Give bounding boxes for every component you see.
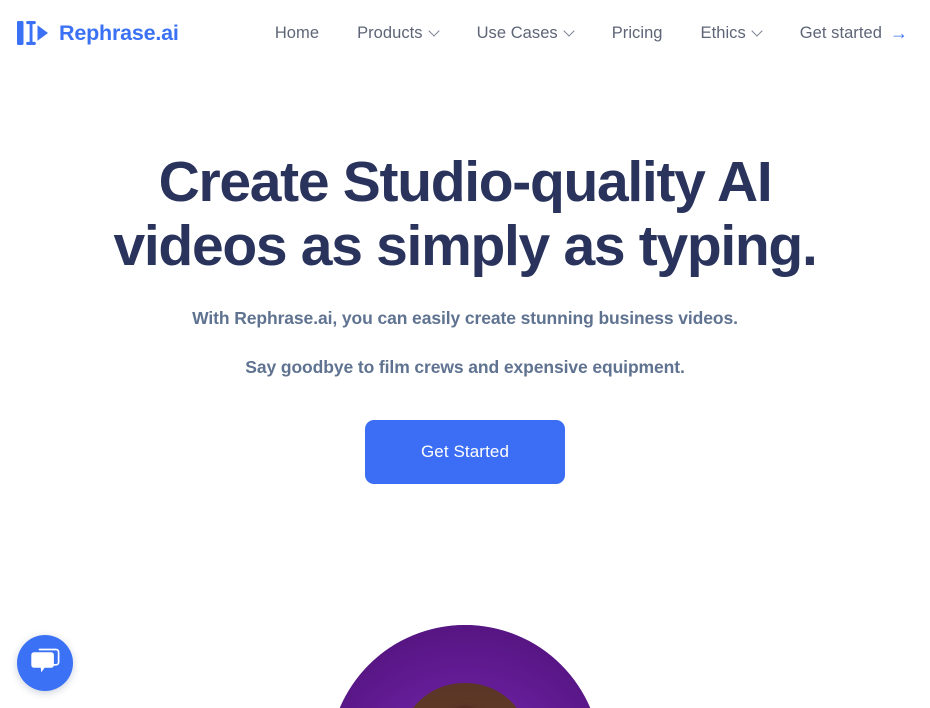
main-navigation: Home Products Use Cases Pricing Ethics G… bbox=[256, 18, 922, 49]
hero-section: Create Studio-quality AI videos as simpl… bbox=[0, 66, 930, 485]
hero-title-line-2: videos as simply as typing. bbox=[113, 214, 817, 278]
rephrase-play-mark-icon bbox=[16, 18, 50, 48]
nav-item-products-label: Products bbox=[357, 23, 423, 42]
nav-item-use-cases[interactable]: Use Cases bbox=[458, 18, 593, 49]
hero-subtitle-line-2: Say goodbye to film crews and expensive … bbox=[245, 356, 685, 377]
nav-item-ethics-label: Ethics bbox=[700, 23, 746, 42]
presenter-avatar-stage bbox=[0, 625, 930, 708]
get-started-button[interactable]: Get Started bbox=[365, 420, 565, 485]
hero-title-line-1: Create Studio-quality AI bbox=[158, 150, 773, 214]
arrow-right-icon: → bbox=[889, 23, 908, 43]
site-header: Rephrase.ai Home Products Use Cases Pric… bbox=[0, 0, 930, 66]
brand-logo-link[interactable]: Rephrase.ai bbox=[16, 18, 179, 48]
chat-widget-button[interactable] bbox=[17, 635, 73, 691]
nav-item-pricing[interactable]: Pricing bbox=[593, 18, 682, 49]
presenter-avatar[interactable] bbox=[329, 625, 601, 708]
cta-container: Get Started bbox=[0, 420, 930, 485]
brand-name: Rephrase.ai bbox=[59, 20, 179, 45]
chevron-down-icon bbox=[753, 27, 762, 36]
nav-item-pricing-label: Pricing bbox=[611, 23, 663, 42]
nav-item-ethics[interactable]: Ethics bbox=[682, 18, 781, 49]
nav-item-home[interactable]: Home bbox=[256, 18, 338, 49]
chevron-down-icon bbox=[565, 27, 574, 36]
nav-item-home-label: Home bbox=[274, 23, 320, 42]
chevron-down-icon bbox=[430, 27, 439, 36]
hero-subtitle-line-1: With Rephrase.ai, you can easily create … bbox=[192, 308, 738, 328]
nav-item-products[interactable]: Products bbox=[338, 18, 458, 49]
chat-bubble-icon bbox=[30, 647, 60, 680]
nav-item-get-started-label: Get started bbox=[799, 23, 882, 42]
page-title: Create Studio-quality AI videos as simpl… bbox=[85, 150, 845, 278]
nav-item-get-started[interactable]: Get started → bbox=[781, 18, 922, 49]
nav-item-use-cases-label: Use Cases bbox=[476, 23, 558, 42]
